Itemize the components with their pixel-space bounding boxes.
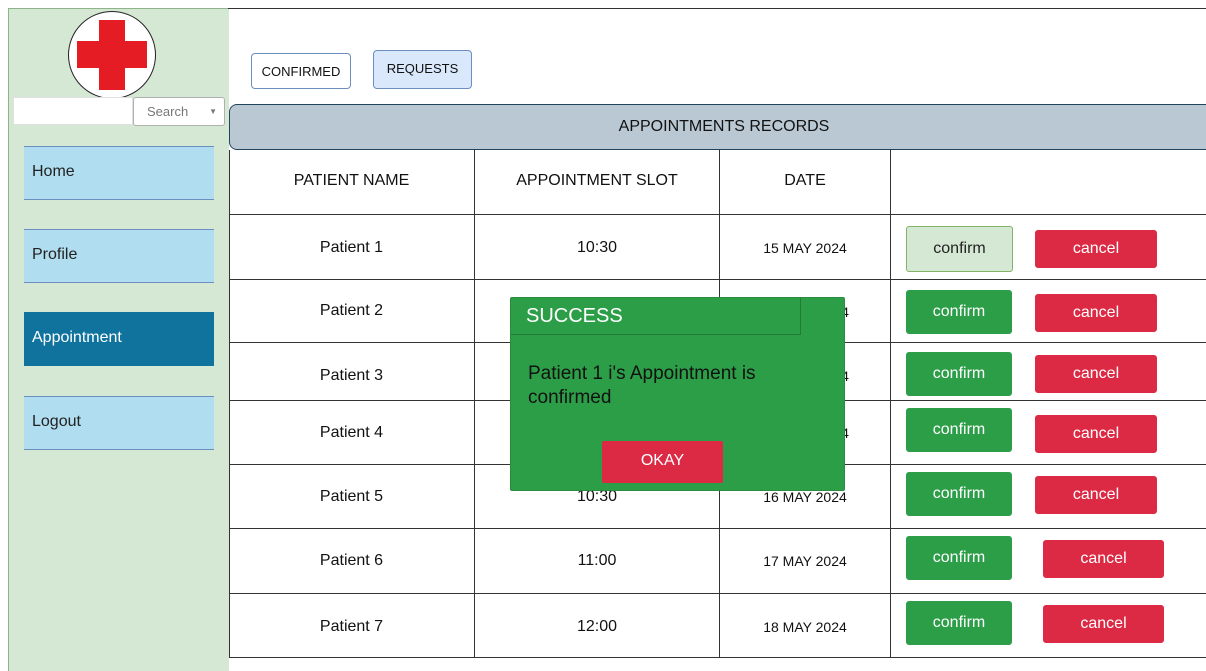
date-cell: 15 MAY 2024: [763, 240, 847, 256]
table-title: APPOINTMENTS RECORDS: [229, 104, 1206, 150]
dialog-title: SUCCESS: [511, 298, 801, 335]
column-header-patient-name: PATIENT NAME: [293, 172, 410, 189]
search-button-label: Search: [147, 104, 189, 119]
column-header-appointment-slot: APPOINTMENT SLOT: [516, 172, 678, 189]
nav-item-home[interactable]: Home: [24, 146, 214, 200]
cancel-button[interactable]: cancel: [1035, 476, 1157, 514]
confirm-button[interactable]: confirm: [906, 352, 1012, 396]
row-divider: [229, 657, 1206, 658]
success-dialog: SUCCESS Patient 1 i's Appointment is con…: [510, 297, 845, 491]
confirm-button[interactable]: confirm: [906, 408, 1012, 452]
tab-confirmed[interactable]: CONFIRMED: [251, 53, 351, 89]
cancel-button[interactable]: cancel: [1035, 415, 1157, 453]
appointment-slot-cell: 10:30: [576, 239, 618, 256]
confirm-button[interactable]: confirm: [906, 290, 1012, 334]
column-header-date: DATE: [784, 172, 826, 189]
date-cell: 16 MAY 2024: [763, 489, 847, 505]
confirm-button[interactable]: confirm: [906, 472, 1012, 516]
appointment-slot-cell: 12:00: [576, 618, 618, 635]
patient-name-cell: Patient 3: [319, 367, 384, 384]
cancel-button[interactable]: cancel: [1043, 605, 1164, 643]
search-dropdown-button[interactable]: Search ▼: [133, 97, 225, 126]
cancel-button[interactable]: cancel: [1035, 355, 1157, 393]
red-cross-logo: [68, 11, 156, 99]
confirm-button[interactable]: confirm: [906, 226, 1013, 272]
okay-button[interactable]: OKAY: [602, 441, 723, 483]
patient-name-cell: Patient 4: [319, 424, 384, 441]
search-input[interactable]: [13, 97, 133, 125]
caret-down-icon: ▼: [209, 107, 217, 116]
nav-item-logout[interactable]: Logout: [24, 396, 214, 450]
nav-item-appointment[interactable]: Appointment: [24, 312, 214, 366]
tab-requests[interactable]: REQUESTS: [373, 50, 472, 89]
row-divider: [229, 593, 1206, 594]
appointment-slot-cell: 11:00: [577, 552, 617, 569]
date-cell: 17 MAY 2024: [763, 553, 847, 569]
column-divider: [890, 150, 891, 658]
dialog-message: Patient 1 i's Appointment is confirmed: [528, 363, 756, 408]
row-divider: [229, 528, 1206, 529]
date-cell: 18 MAY 2024: [763, 619, 847, 635]
patient-name-cell: Patient 1: [319, 239, 384, 256]
patient-name-cell: Patient 2: [319, 302, 384, 319]
column-divider: [474, 150, 475, 658]
patient-name-cell: Patient 6: [319, 552, 384, 569]
cancel-button[interactable]: cancel: [1035, 294, 1157, 332]
column-divider: [229, 150, 230, 658]
confirm-button[interactable]: confirm: [906, 536, 1012, 580]
cancel-button[interactable]: cancel: [1043, 540, 1164, 578]
patient-name-cell: Patient 5: [319, 488, 384, 505]
cancel-button[interactable]: cancel: [1035, 230, 1157, 268]
sidebar: Search ▼ Home Profile Appointment Logout: [8, 8, 229, 671]
confirm-button[interactable]: confirm: [906, 601, 1012, 645]
nav-item-profile[interactable]: Profile: [24, 229, 214, 283]
row-divider: [229, 214, 1206, 215]
row-divider: [229, 279, 1206, 280]
patient-name-cell: Patient 7: [319, 618, 384, 635]
top-border: [228, 8, 1206, 9]
